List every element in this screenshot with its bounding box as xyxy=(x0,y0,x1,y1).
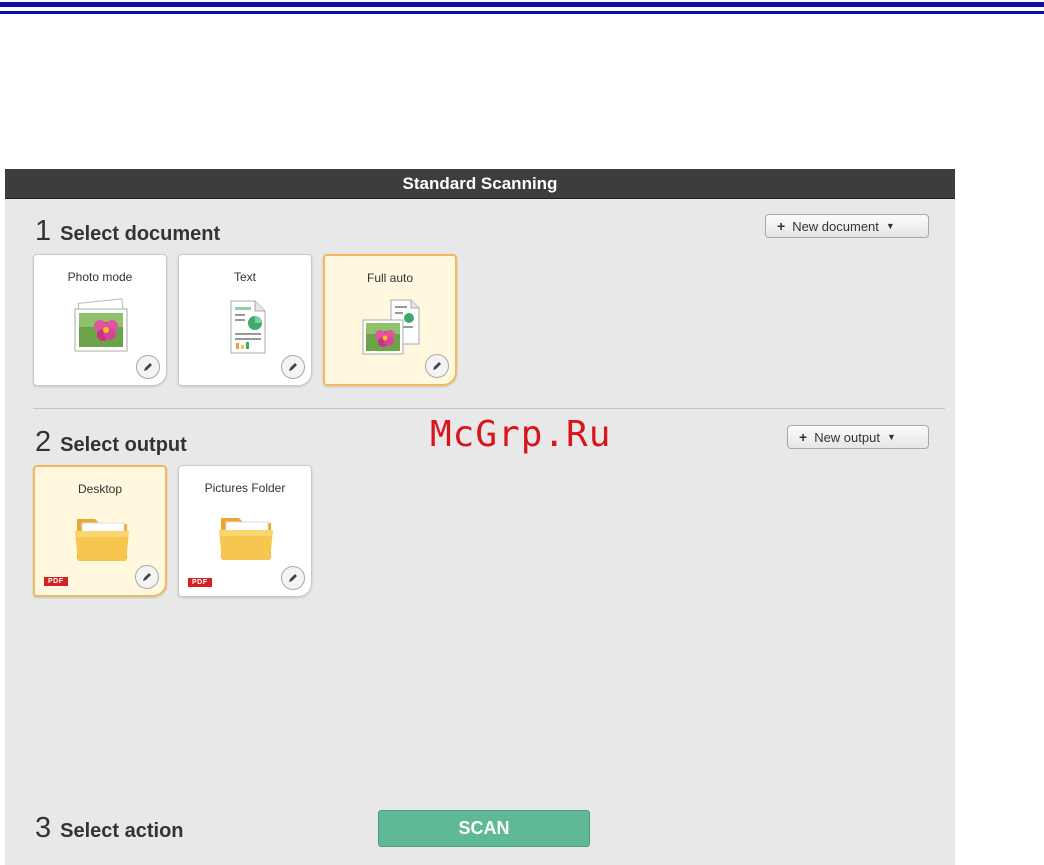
plus-icon: + xyxy=(777,218,786,234)
section-select-output: 2 Select output xyxy=(35,426,187,459)
document-tile-text[interactable]: Text xyxy=(178,254,312,386)
tile-label: Photo mode xyxy=(67,270,133,284)
watermark: McGrp.Ru xyxy=(430,414,612,455)
full-auto-icon xyxy=(361,298,425,358)
tile-label: Desktop xyxy=(77,482,123,496)
section-divider xyxy=(33,408,945,409)
section-heading: Select output xyxy=(60,434,187,456)
new-output-label: New output xyxy=(814,429,880,445)
pdf-badge: PDF xyxy=(44,577,68,586)
chevron-down-icon: ▼ xyxy=(886,432,896,442)
tile-label: Full auto xyxy=(366,271,414,285)
document-tile-full-auto[interactable]: Full auto xyxy=(323,254,457,386)
folder-icon xyxy=(71,509,135,569)
section-select-document: 1 Select document xyxy=(35,215,220,248)
section-heading: Select action xyxy=(60,820,184,842)
new-output-button[interactable]: + New output ▼ xyxy=(787,425,929,449)
top-rule xyxy=(0,2,1044,7)
section-heading: Select document xyxy=(60,223,221,245)
section-number: 1 xyxy=(35,215,52,247)
tile-label: Pictures Folder xyxy=(204,481,286,495)
top-rule-thin xyxy=(0,11,1044,14)
window-title: Standard Scanning xyxy=(5,169,955,199)
section-number: 3 xyxy=(35,812,52,844)
output-tile-pictures-folder[interactable]: Pictures Folder PDF xyxy=(178,465,312,597)
edit-pencil-icon[interactable] xyxy=(425,354,449,378)
section-number: 2 xyxy=(35,426,52,458)
scanning-window: Standard Scanning 1 Select document + Ne… xyxy=(5,169,955,865)
edit-pencil-icon[interactable] xyxy=(281,355,305,379)
folder-icon xyxy=(215,508,279,568)
pdf-badge: PDF xyxy=(188,578,212,587)
plus-icon: + xyxy=(799,429,808,445)
new-document-label: New document xyxy=(792,218,879,234)
edit-pencil-icon[interactable] xyxy=(281,566,305,590)
edit-pencil-icon[interactable] xyxy=(135,565,159,589)
tile-label: Text xyxy=(233,270,256,284)
scan-button[interactable]: SCAN xyxy=(378,810,590,847)
new-document-button[interactable]: + New document ▼ xyxy=(765,214,929,238)
photo-icon xyxy=(70,297,134,357)
document-tile-photo-mode[interactable]: Photo mode xyxy=(33,254,167,386)
section-select-action: 3 Select action xyxy=(35,812,184,845)
text-document-icon xyxy=(215,297,279,357)
edit-pencil-icon[interactable] xyxy=(136,355,160,379)
chevron-down-icon: ▼ xyxy=(885,221,895,231)
output-tile-desktop[interactable]: Desktop PDF xyxy=(33,465,167,597)
